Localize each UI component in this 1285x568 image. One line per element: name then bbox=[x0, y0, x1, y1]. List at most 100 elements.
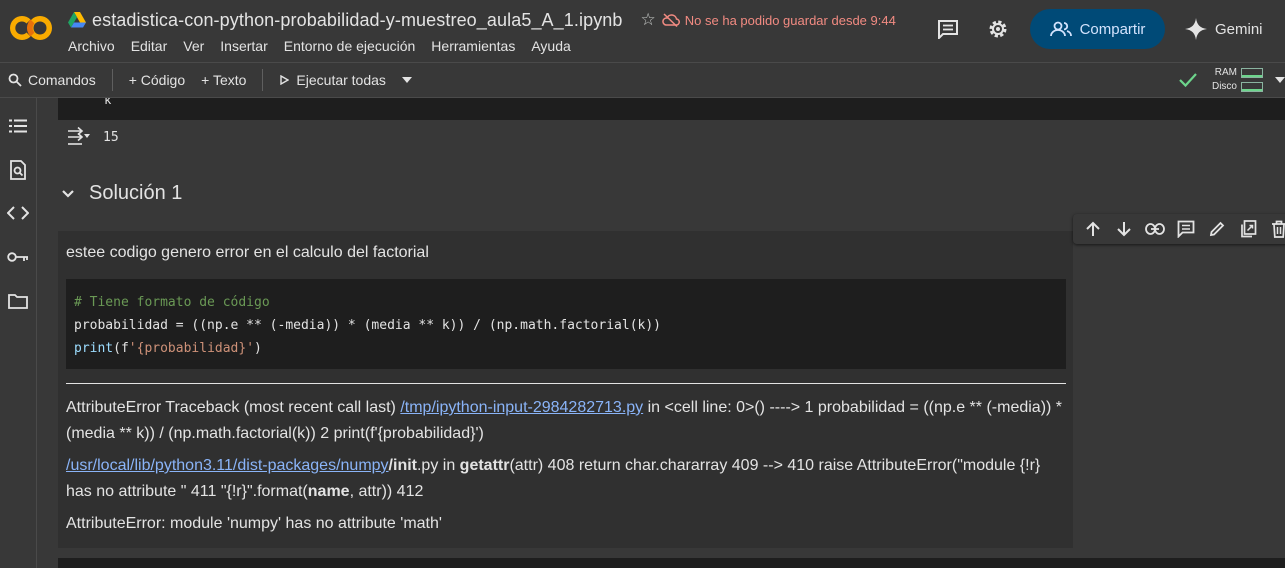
traceback-file-link-2[interactable]: /usr/local/lib/python3.11/dist-packages/… bbox=[66, 457, 389, 474]
edit-cell-button[interactable] bbox=[1204, 215, 1231, 243]
code-block: # Tiene formato de código probabilidad =… bbox=[66, 279, 1066, 369]
previous-code-cell[interactable]: k bbox=[58, 98, 1285, 120]
cloud-off-icon bbox=[662, 13, 680, 27]
traceback-paragraph-1: AttributeError Traceback (most recent ca… bbox=[66, 395, 1066, 447]
top-bar: estadistica-con-python-probabilidad-y-mu… bbox=[0, 0, 1285, 62]
share-button[interactable]: Compartir bbox=[1030, 9, 1165, 49]
menu-ver[interactable]: Ver bbox=[183, 38, 204, 54]
top-right-actions: Compartir Gemini bbox=[928, 9, 1285, 49]
traceback-paragraph-3: AttributeError: module 'numpy' has no at… bbox=[66, 515, 442, 532]
section-title: Solución 1 bbox=[89, 182, 183, 204]
find-in-page-icon bbox=[10, 160, 26, 180]
menu-archivo[interactable]: Archivo bbox=[68, 38, 115, 54]
run-all-label: Ejecutar todas bbox=[296, 72, 386, 88]
menu-ayuda[interactable]: Ayuda bbox=[531, 38, 570, 54]
list-icon bbox=[9, 119, 27, 133]
traceback-p2-a: .py in bbox=[416, 457, 460, 474]
notebook-toolbar: Comandos + Código + Texto Ejecutar todas… bbox=[0, 62, 1285, 98]
menu-herramientas[interactable]: Herramientas bbox=[431, 38, 515, 54]
commands-button[interactable]: Comandos bbox=[0, 66, 104, 94]
google-drive-icon[interactable] bbox=[68, 12, 86, 28]
ram-label: RAM bbox=[1214, 67, 1237, 78]
code-icon bbox=[7, 206, 29, 220]
find-replace-button[interactable] bbox=[6, 158, 30, 182]
chevron-down-icon[interactable] bbox=[61, 189, 75, 199]
move-down-button[interactable] bbox=[1110, 215, 1137, 243]
run-options-dropdown[interactable] bbox=[394, 66, 420, 94]
traceback-bold-init: /init bbox=[388, 457, 417, 474]
code-print-open: (f bbox=[113, 341, 129, 356]
arrow-up-icon bbox=[1085, 221, 1100, 236]
output-menu-icon[interactable] bbox=[65, 126, 91, 148]
section-header[interactable]: Solución 1 bbox=[61, 182, 182, 205]
table-of-contents-button[interactable] bbox=[6, 114, 30, 138]
code-fstring: '{probabilidad}' bbox=[128, 341, 255, 356]
output-value: 15 bbox=[103, 129, 119, 145]
notebook-title[interactable]: estadistica-con-python-probabilidad-y-mu… bbox=[92, 10, 623, 31]
traceback-p1-start: AttributeError Traceback (most recent ca… bbox=[66, 399, 401, 416]
unsaved-notice[interactable]: No se ha podido guardar desde 9:44 bbox=[662, 13, 896, 28]
text-cell[interactable]: estee codigo genero error en el calculo … bbox=[58, 231, 1073, 548]
star-icon[interactable]: ☆ bbox=[641, 10, 656, 30]
key-icon bbox=[7, 252, 28, 262]
comment-icon bbox=[1177, 220, 1195, 238]
next-code-cell[interactable] bbox=[58, 558, 1285, 568]
gemini-sparkle-icon bbox=[1185, 18, 1207, 40]
add-comment-button[interactable] bbox=[1172, 215, 1199, 243]
copy-link-button[interactable] bbox=[1141, 215, 1168, 243]
colab-logo[interactable] bbox=[8, 10, 54, 46]
menu-insertar[interactable]: Insertar bbox=[220, 38, 267, 54]
pencil-icon bbox=[1210, 221, 1225, 237]
traceback-file-link-1[interactable]: /tmp/ipython-input-2984282713.py bbox=[400, 399, 643, 416]
delete-cell-button[interactable] bbox=[1266, 215, 1285, 243]
add-code-button[interactable]: + Código bbox=[121, 66, 193, 94]
comment-icon bbox=[938, 20, 958, 39]
commands-label: Comandos bbox=[28, 72, 96, 88]
caret-down-icon bbox=[401, 77, 412, 83]
folder-icon bbox=[8, 294, 28, 309]
traceback-bold-getattr: getattr bbox=[459, 457, 510, 474]
previous-cell-output: 15 bbox=[65, 126, 119, 148]
code-keyword-print: print bbox=[74, 341, 114, 356]
toolbar-divider bbox=[111, 69, 113, 91]
code-snippets-button[interactable] bbox=[6, 201, 30, 225]
notebook-content[interactable]: k 15 Solución 1 estee codigo genero erro… bbox=[37, 98, 1285, 568]
code-line-print: print(f'{probabilidad}') bbox=[74, 337, 1058, 360]
secrets-button[interactable] bbox=[6, 245, 30, 269]
toolbar-divider bbox=[262, 69, 264, 91]
left-sidebar bbox=[0, 98, 37, 568]
disk-bar bbox=[1241, 82, 1263, 92]
check-icon bbox=[1179, 73, 1197, 88]
gemini-label: Gemini bbox=[1215, 20, 1263, 38]
code-comment-line: # Tiene formato de código bbox=[74, 295, 270, 310]
comments-button[interactable] bbox=[928, 9, 968, 49]
files-button[interactable] bbox=[6, 289, 30, 313]
move-up-button[interactable] bbox=[1079, 215, 1106, 243]
unsaved-notice-text: No se ha podido guardar desde 9:44 bbox=[684, 12, 896, 28]
add-text-button[interactable]: + Texto bbox=[193, 66, 254, 94]
link-icon bbox=[1144, 223, 1165, 235]
arrow-down-icon bbox=[1116, 222, 1131, 237]
traceback-bold-name: name bbox=[307, 483, 350, 500]
gemini-button[interactable]: Gemini bbox=[1185, 18, 1285, 40]
gear-icon bbox=[989, 20, 1007, 38]
resource-bars bbox=[1241, 68, 1263, 92]
resources-indicator[interactable]: RAM Disco bbox=[1178, 63, 1285, 97]
run-all-button[interactable]: Ejecutar todas bbox=[271, 66, 394, 94]
code-print-close: ) bbox=[254, 341, 262, 356]
menu-editar[interactable]: Editar bbox=[131, 38, 168, 54]
disk-label: Disco bbox=[1211, 81, 1237, 92]
cell-toolbar bbox=[1073, 214, 1285, 244]
trash-icon bbox=[1272, 220, 1285, 238]
traceback-p2-c: , attr)) 412 bbox=[349, 483, 424, 500]
mirror-cell-button[interactable] bbox=[1235, 215, 1262, 243]
search-icon bbox=[8, 73, 22, 87]
settings-button[interactable] bbox=[978, 9, 1018, 49]
people-icon bbox=[1049, 21, 1072, 37]
title-row: estadistica-con-python-probabilidad-y-mu… bbox=[68, 8, 896, 32]
mirror-cell-icon bbox=[1241, 220, 1257, 238]
menu-entorno-ejecucion[interactable]: Entorno de ejecución bbox=[284, 38, 416, 54]
play-icon bbox=[280, 75, 290, 85]
ram-bar bbox=[1241, 68, 1263, 78]
caret-down-icon[interactable] bbox=[1275, 77, 1285, 83]
